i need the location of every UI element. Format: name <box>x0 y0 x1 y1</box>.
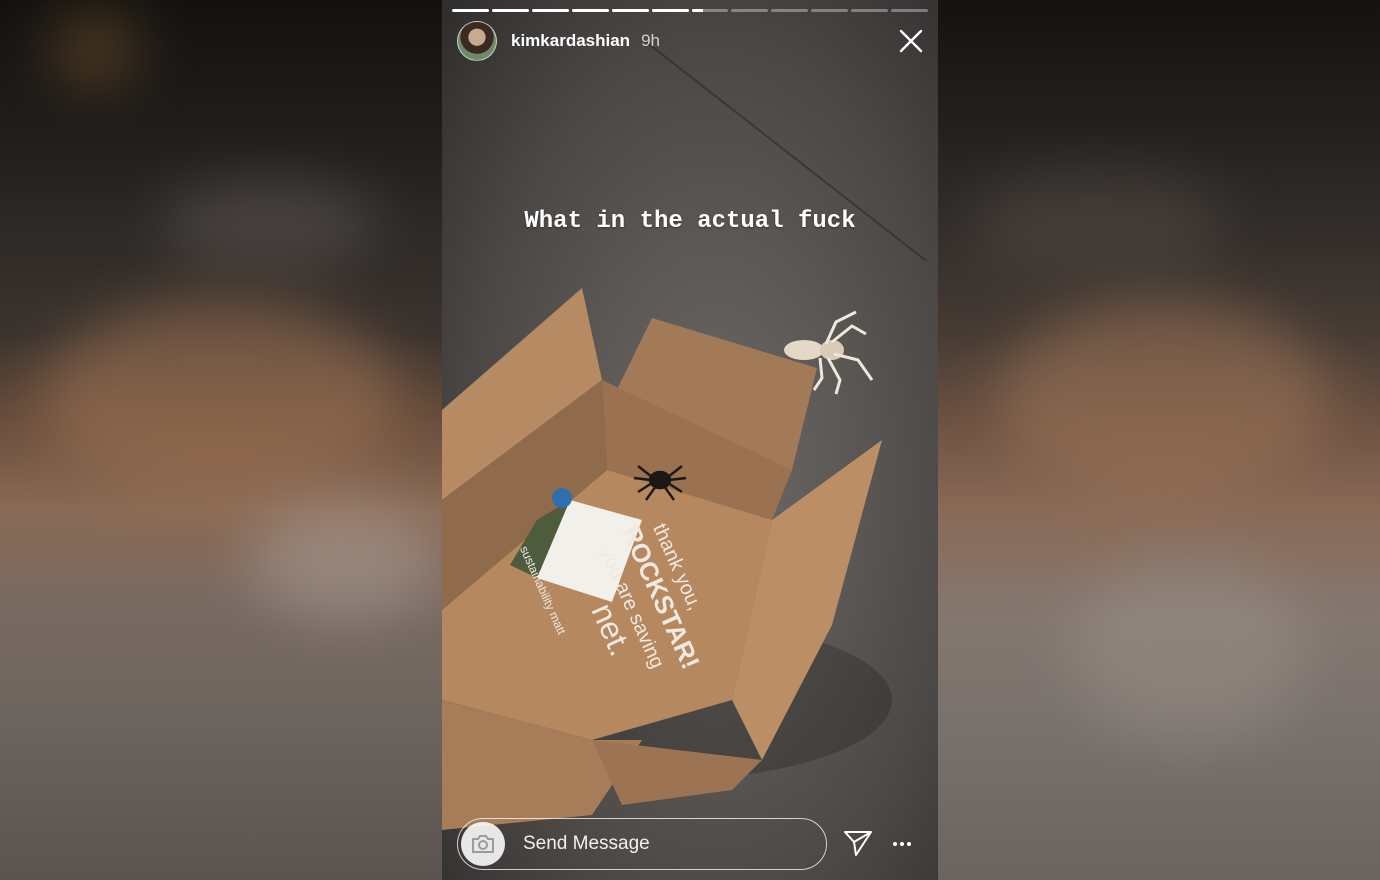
progress-segment <box>811 9 849 12</box>
blurred-backdrop-right <box>938 0 1380 880</box>
send-icon <box>844 831 872 856</box>
progress-segment <box>731 9 769 12</box>
story-progress-bar <box>452 9 929 12</box>
close-button[interactable] <box>898 28 924 54</box>
story-header: kimkardashian 9h <box>457 21 660 61</box>
story-caption: What in the actual fuck <box>524 208 856 235</box>
more-button[interactable] <box>892 834 912 854</box>
progress-segment <box>452 9 489 12</box>
send-button[interactable] <box>843 829 873 857</box>
progress-segment <box>651 9 689 12</box>
story-viewer[interactable]: thank you, ROCKSTAR! you are saving net.… <box>442 0 938 880</box>
post-time: 9h <box>641 31 660 50</box>
progress-segment <box>771 9 809 12</box>
progress-segment <box>851 9 889 12</box>
message-input[interactable] <box>521 832 826 856</box>
close-icon <box>899 29 923 53</box>
progress-segment <box>691 9 729 12</box>
more-icon <box>893 842 911 846</box>
camera-icon <box>472 835 494 853</box>
avatar[interactable] <box>457 21 497 61</box>
progress-segment <box>531 9 569 12</box>
story-photo: thank you, ROCKSTAR! you are saving net.… <box>442 288 892 830</box>
camera-button[interactable] <box>461 822 505 866</box>
progress-segment <box>891 9 929 12</box>
progress-segment <box>611 9 649 12</box>
progress-segment <box>491 9 529 12</box>
username[interactable]: kimkardashian <box>511 31 630 51</box>
progress-segment <box>571 9 609 12</box>
message-composer <box>457 818 827 870</box>
blurred-backdrop-left <box>0 0 442 880</box>
